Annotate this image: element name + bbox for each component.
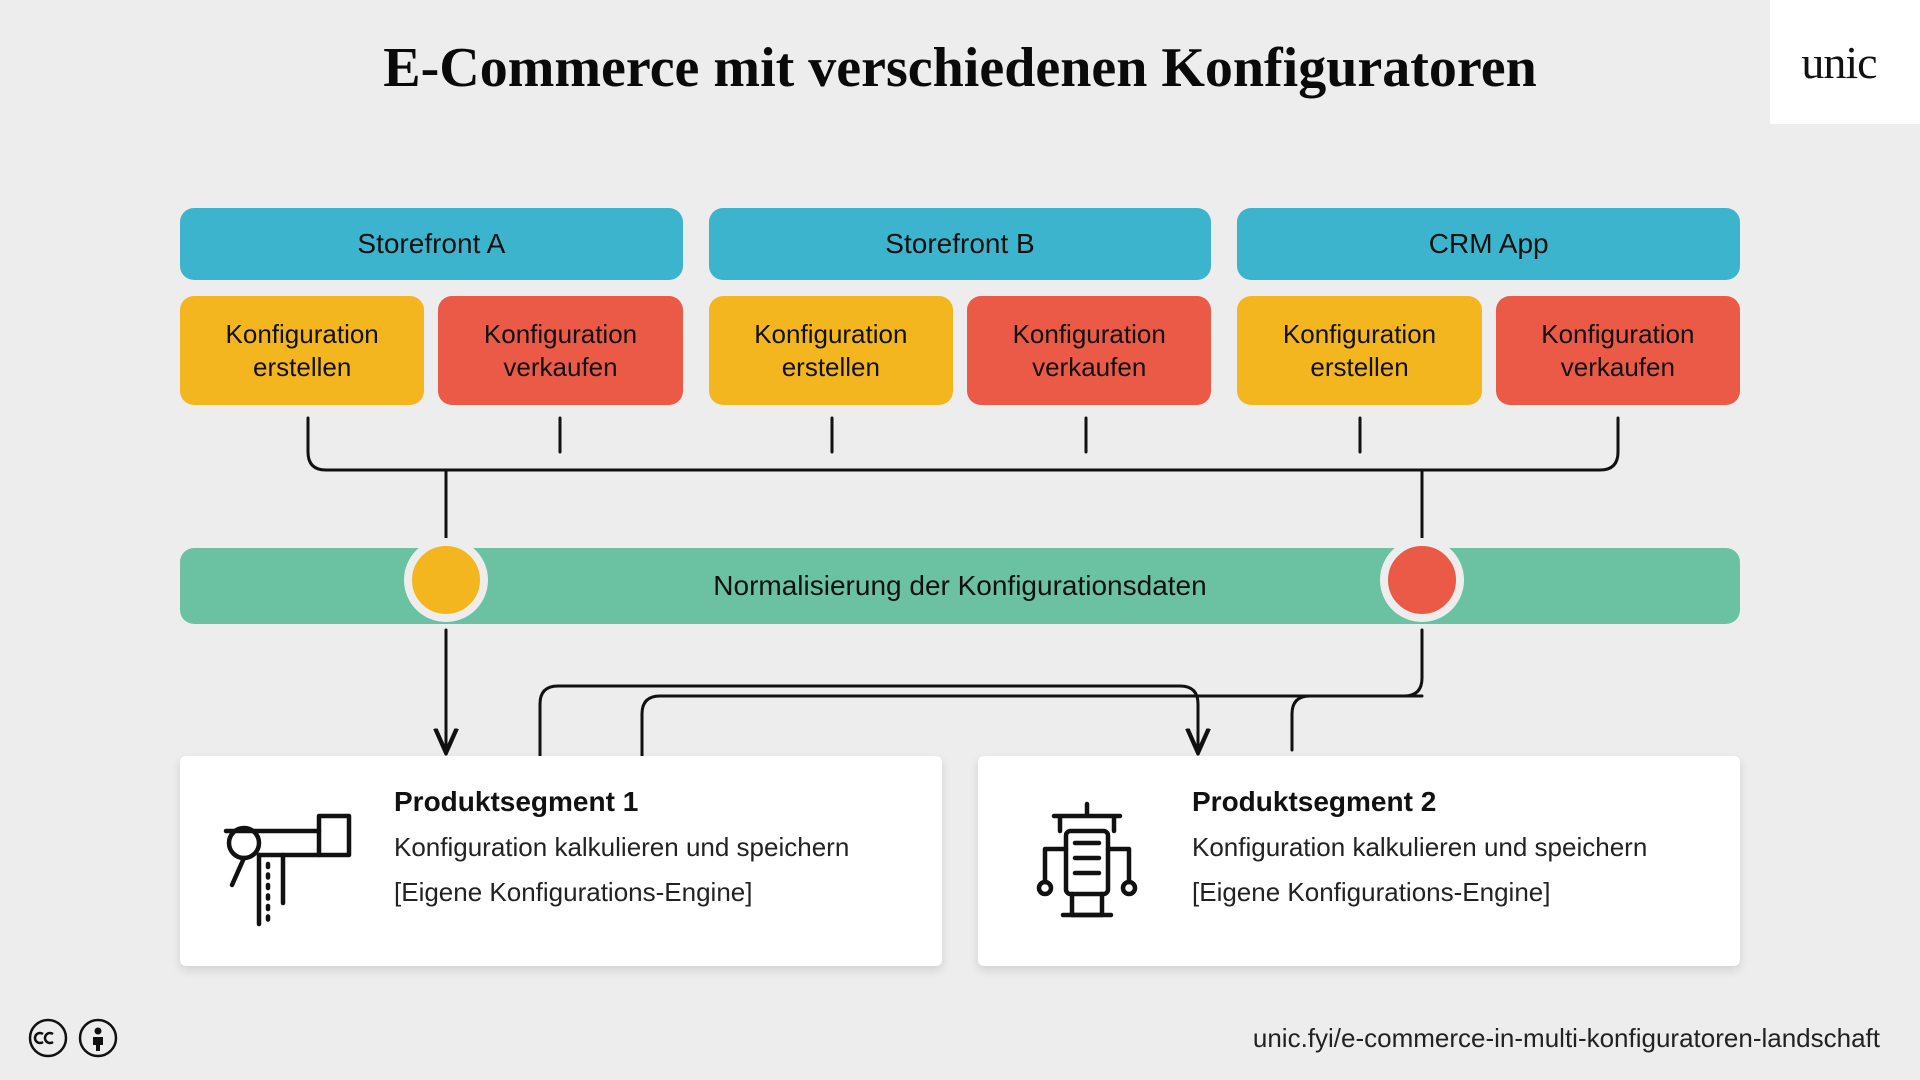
segment-row: Produktsegment 1 Konfiguration kalkulier… bbox=[180, 756, 1740, 966]
flow-node-output bbox=[1380, 538, 1464, 622]
storefront-crm: CRM App bbox=[1237, 208, 1740, 280]
action-sell-b: Konfiguration verkaufen bbox=[967, 296, 1211, 405]
segment-1-desc: Konfiguration kalkulieren und speichern bbox=[394, 830, 849, 865]
segment-1-note: [Eigene Konfigurations-Engine] bbox=[394, 875, 849, 910]
segment-2-title: Produktsegment 2 bbox=[1192, 786, 1647, 818]
robot-icon bbox=[1012, 786, 1162, 936]
segment-1: Produktsegment 1 Konfiguration kalkulier… bbox=[180, 756, 942, 966]
storefront-a: Storefront A bbox=[180, 208, 683, 280]
segment-2: Produktsegment 2 Konfiguration kalkulier… bbox=[978, 756, 1740, 966]
brand-logo: unic bbox=[1770, 0, 1920, 124]
by-icon bbox=[78, 1018, 118, 1058]
action-create-crm: Konfiguration erstellen bbox=[1237, 296, 1481, 405]
footer-url: unic.fyi/e-commerce-in-multi-konfigurato… bbox=[1253, 1023, 1880, 1054]
flow-node-input bbox=[404, 538, 488, 622]
action-create-b: Konfiguration erstellen bbox=[709, 296, 953, 405]
action-row: Konfiguration erstellen Konfiguration ve… bbox=[180, 296, 1740, 405]
action-sell-a: Konfiguration verkaufen bbox=[438, 296, 682, 405]
storefront-row: Storefront A Storefront B CRM App bbox=[180, 208, 1740, 280]
caliper-icon bbox=[214, 786, 364, 936]
license-badges bbox=[28, 1018, 118, 1058]
segment-1-title: Produktsegment 1 bbox=[394, 786, 849, 818]
page-title: E-Commerce mit verschiedenen Konfigurato… bbox=[0, 36, 1920, 100]
action-create-a: Konfiguration erstellen bbox=[180, 296, 424, 405]
storefront-b: Storefront B bbox=[709, 208, 1212, 280]
cc-icon bbox=[28, 1018, 68, 1058]
segment-2-desc: Konfiguration kalkulieren und speichern bbox=[1192, 830, 1647, 865]
action-sell-crm: Konfiguration verkaufen bbox=[1496, 296, 1740, 405]
segment-2-note: [Eigene Konfigurations-Engine] bbox=[1192, 875, 1647, 910]
